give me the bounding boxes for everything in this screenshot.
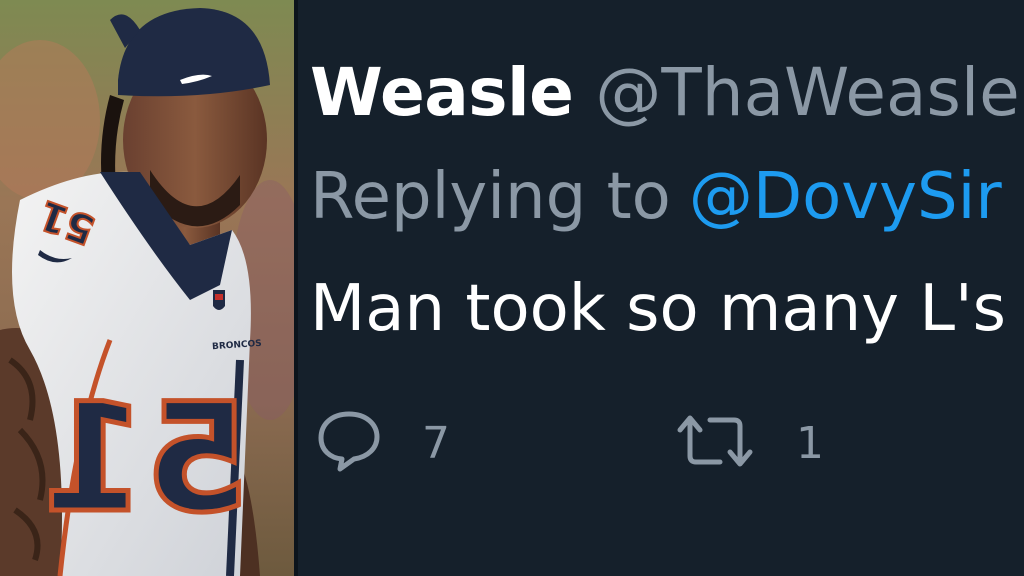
display-name[interactable]: Weasle [310, 54, 574, 131]
reply-context: Replying to @DovySir [310, 160, 1002, 244]
player-photo: 51 BRONCOS 51 [0, 0, 296, 576]
tweet-card: Weasle @ThaWeasle Replying to @DovySir Man… [298, 0, 1024, 576]
reply-prefix: Replying to [310, 160, 671, 234]
retweet-arrows-icon [674, 412, 756, 474]
reply-handle-link[interactable]: @DovySir [689, 160, 1002, 234]
speech-bubble-icon [316, 410, 382, 476]
tweet-actions: 7 1 [316, 408, 1016, 478]
screenshot-frame: 51 BRONCOS 51 Weasle @ThaWeasle Replying … [0, 0, 1024, 576]
retweet-button[interactable]: 1 [674, 408, 824, 478]
reply-count: 7 [422, 417, 450, 469]
tweet-header: Weasle @ThaWeasle [310, 54, 1020, 138]
reply-button[interactable]: 7 [316, 408, 450, 478]
user-handle[interactable]: @ThaWeasle [595, 54, 1019, 131]
tweet-text: Man took so many L's [310, 272, 1006, 346]
retweet-count: 1 [796, 417, 824, 469]
svg-text:51: 51 [41, 372, 250, 546]
